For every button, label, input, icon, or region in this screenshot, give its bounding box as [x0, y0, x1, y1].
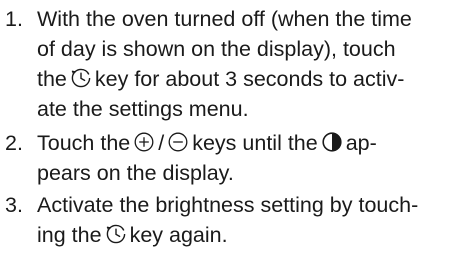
clock-icon — [105, 223, 127, 245]
step-line: Activate the brightness setting by touch… — [37, 190, 418, 220]
text: key for about 3 seconds to activ- — [94, 67, 405, 91]
text: the — [37, 67, 67, 91]
step-line: the key for about 3 seconds to activ- — [37, 64, 404, 94]
step-line: Touch the / keys until the ap- — [37, 128, 377, 158]
text: ap- — [345, 131, 377, 155]
text: pears on the display. — [37, 161, 234, 185]
instruction-list: 1. With the oven turned off (when the ti… — [0, 0, 473, 260]
text: key again. — [129, 223, 228, 247]
plus-icon — [133, 131, 155, 153]
step-number: 2. — [5, 131, 23, 155]
text: With the oven turned off (when the time — [37, 7, 412, 31]
step-line: ate the settings menu. — [37, 94, 249, 124]
text: Activate the brightness setting by touch… — [37, 193, 419, 217]
step-line: With the oven turned off (when the time — [37, 4, 412, 34]
clock-icon — [70, 67, 92, 89]
text: ate the settings menu. — [37, 97, 249, 121]
text: of day is shown on the display), touch — [37, 37, 396, 61]
step-line: of day is shown on the display), touch — [37, 34, 396, 64]
minus-icon — [167, 131, 189, 153]
step-number: 1. — [5, 7, 23, 31]
brightness-icon — [321, 131, 343, 153]
step-number: 3. — [5, 193, 23, 217]
text: ing the — [37, 223, 102, 247]
text: keys until the — [192, 131, 318, 155]
step-line: pears on the display. — [37, 158, 234, 188]
text: Touch the — [37, 131, 131, 155]
text: / — [158, 131, 165, 155]
step-line: ing the key again. — [37, 220, 228, 250]
